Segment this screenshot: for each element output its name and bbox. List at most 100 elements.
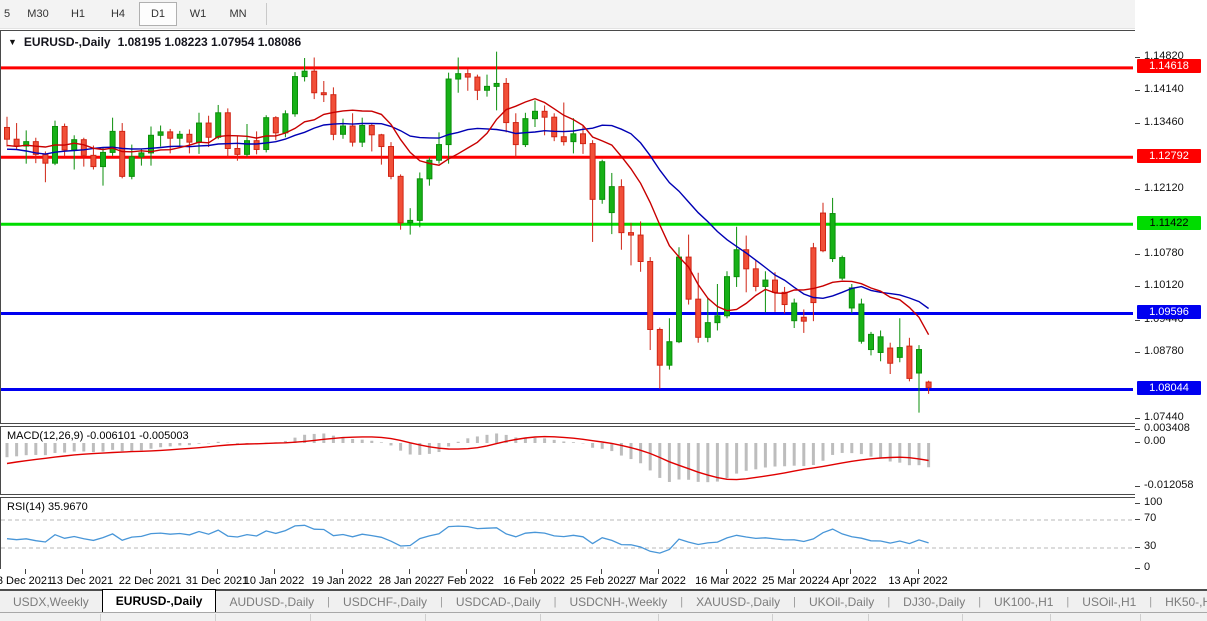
candle bbox=[917, 350, 922, 373]
chart-tab-uk100-h1[interactable]: UK100-,H1 bbox=[981, 591, 1066, 612]
chart-tab-bar: USDX,WeeklyEURUSD-,DailyAUDUSD-,Daily|US… bbox=[0, 589, 1207, 612]
chart-tab-usoil-h1[interactable]: USOil-,H1 bbox=[1069, 591, 1149, 612]
date-tick bbox=[409, 569, 410, 574]
candle bbox=[686, 257, 691, 299]
timeframe-button-5[interactable]: 5 bbox=[1, 2, 17, 26]
status-bar bbox=[0, 612, 1207, 621]
candle bbox=[312, 71, 317, 93]
timeframe-button-mn[interactable]: MN bbox=[219, 2, 257, 26]
status-divider bbox=[962, 614, 963, 621]
candle bbox=[840, 258, 845, 279]
symbol-dropdown-icon[interactable]: ▼ bbox=[8, 37, 17, 47]
candle bbox=[101, 152, 106, 166]
candle bbox=[389, 147, 394, 177]
candle bbox=[331, 95, 336, 135]
candle bbox=[542, 111, 547, 117]
chart-tab-hk50-h1[interactable]: HK50-,H1 bbox=[1152, 591, 1207, 612]
date-label: 13 Apr 2022 bbox=[873, 575, 963, 587]
timeframe-button-w1[interactable]: W1 bbox=[179, 2, 217, 26]
candle bbox=[5, 127, 10, 139]
candle bbox=[801, 317, 806, 321]
status-divider bbox=[100, 614, 101, 621]
candle bbox=[888, 348, 893, 363]
candle bbox=[177, 134, 182, 138]
chart-tab-xauusd-daily[interactable]: XAUUSD-,Daily bbox=[683, 591, 793, 612]
axis-tick bbox=[1135, 189, 1140, 190]
candle bbox=[369, 126, 374, 135]
axis-tick bbox=[1135, 547, 1140, 548]
candlestick-chart[interactable] bbox=[1, 31, 1133, 421]
timeframe-button-d1[interactable]: D1 bbox=[139, 2, 177, 26]
candle bbox=[398, 176, 403, 222]
candle bbox=[417, 179, 422, 221]
axis-tick bbox=[1135, 503, 1140, 504]
candle bbox=[254, 141, 259, 150]
candle bbox=[408, 220, 413, 222]
candle bbox=[206, 123, 211, 137]
date-tick bbox=[25, 569, 26, 574]
candle bbox=[926, 382, 931, 387]
chart-tab-usdcad-daily[interactable]: USDCAD-,Daily bbox=[443, 591, 554, 612]
chart-tab-usdcnh-weekly[interactable]: USDCNH-,Weekly bbox=[556, 591, 680, 612]
price-level-badge-1.11422: 1.11422 bbox=[1137, 216, 1201, 230]
rsi-tick-label: 30 bbox=[1144, 540, 1156, 552]
price-level-badge-1.09596: 1.09596 bbox=[1137, 305, 1201, 319]
candle bbox=[350, 126, 355, 142]
chart-tab-usdchf-daily[interactable]: USDCHF-,Daily bbox=[330, 591, 440, 612]
price-level-badge-1.08044: 1.08044 bbox=[1137, 381, 1201, 395]
date-tick bbox=[850, 569, 851, 574]
date-tick bbox=[217, 569, 218, 574]
candle bbox=[43, 154, 48, 163]
timeframe-button-m30[interactable]: M30 bbox=[19, 2, 57, 26]
chart-tab-ukoil-daily[interactable]: UKOil-,Daily bbox=[796, 591, 887, 612]
macd-panel[interactable]: MACD(12,26,9) -0.006101 -0.005003 bbox=[0, 426, 1136, 495]
axis-tick bbox=[1135, 254, 1140, 255]
rsi-tick-label: 0 bbox=[1144, 561, 1150, 573]
price-chart-panel[interactable]: ▼ EURUSD-,Daily 1.08195 1.08223 1.07954 … bbox=[0, 30, 1136, 424]
rsi-chart[interactable] bbox=[1, 498, 1133, 567]
candle bbox=[657, 329, 662, 365]
chart-title: ▼ EURUSD-,Daily 1.08195 1.08223 1.07954 … bbox=[8, 35, 301, 49]
candle bbox=[552, 117, 557, 137]
chart-tab-audusd-daily[interactable]: AUDUSD-,Daily bbox=[216, 591, 327, 612]
price-axis: 1.148201.141401.134601.121201.107801.101… bbox=[1135, 0, 1207, 589]
chart-tab-usdx-weekly[interactable]: USDX,Weekly bbox=[0, 591, 102, 612]
status-divider bbox=[658, 614, 659, 621]
candle bbox=[235, 148, 240, 154]
price-tick-label: 1.12120 bbox=[1144, 182, 1184, 194]
candle bbox=[273, 118, 278, 133]
timeframe-button-h1[interactable]: H1 bbox=[59, 2, 97, 26]
chart-tab-eurusd-daily[interactable]: EURUSD-,Daily bbox=[102, 589, 217, 612]
chart-tab-dj30-daily[interactable]: DJ30-,Daily bbox=[890, 591, 978, 612]
candle bbox=[638, 235, 643, 261]
candle bbox=[168, 132, 173, 138]
status-divider bbox=[540, 614, 541, 621]
candle bbox=[715, 316, 720, 323]
candle bbox=[609, 187, 614, 213]
macd-tick-label: 0.003408 bbox=[1144, 422, 1190, 434]
timeframe-button-h4[interactable]: H4 bbox=[99, 2, 137, 26]
candle bbox=[619, 187, 624, 233]
chart-ohlc-values: 1.08195 1.08223 1.07954 1.08086 bbox=[118, 35, 302, 49]
macd-tick-label: -0.012058 bbox=[1144, 479, 1194, 491]
candle bbox=[523, 119, 528, 145]
candle bbox=[475, 77, 480, 90]
axis-tick bbox=[1135, 519, 1140, 520]
rsi-panel[interactable]: RSI(14) 35.9670 bbox=[0, 497, 1136, 570]
axis-tick bbox=[1135, 320, 1140, 321]
price-level-badge-1.14618: 1.14618 bbox=[1137, 59, 1201, 73]
candle bbox=[139, 153, 144, 157]
date-tick bbox=[918, 569, 919, 574]
price-tick-label: 1.08780 bbox=[1144, 345, 1184, 357]
status-divider bbox=[425, 614, 426, 621]
candle bbox=[120, 131, 125, 176]
candle bbox=[465, 74, 470, 77]
candle bbox=[648, 261, 653, 329]
toolbar-separator bbox=[266, 3, 267, 25]
axis-tick bbox=[1135, 486, 1140, 487]
candle bbox=[437, 145, 442, 161]
status-divider bbox=[310, 614, 311, 621]
candle bbox=[187, 134, 192, 142]
candle bbox=[773, 280, 778, 292]
date-tick bbox=[150, 569, 151, 574]
